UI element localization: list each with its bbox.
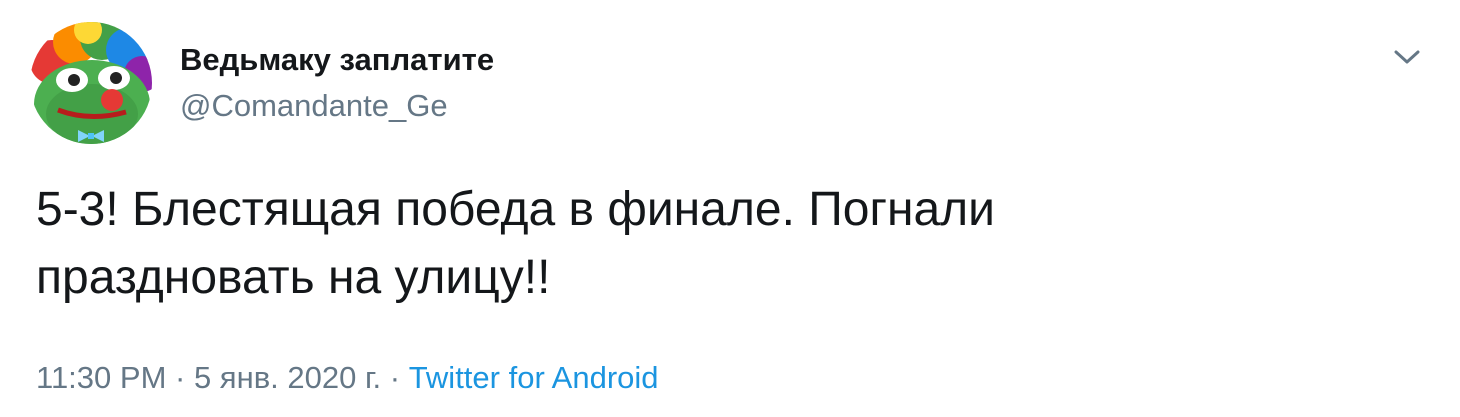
display-name[interactable]: Ведьмаку заплатите (180, 40, 494, 80)
tweet-card: Ведьмаку заплатите @Comandante_Ge 5-3! Б… (0, 0, 1460, 417)
tweet-text: 5-3! Блестящая победа в финале. Погнали … (36, 176, 1426, 312)
meta-separator: · (166, 360, 194, 395)
tweet-menu-button[interactable] (1390, 40, 1424, 74)
user-handle[interactable]: @Comandante_Ge (180, 86, 494, 126)
tweet-date[interactable]: 5 янв. 2020 г. (194, 360, 381, 395)
chevron-down-icon (1394, 50, 1420, 64)
avatar[interactable] (30, 22, 152, 144)
tweet-source-link[interactable]: Twitter for Android (409, 360, 659, 395)
tweet-time[interactable]: 11:30 PM (36, 360, 166, 395)
tweet-meta: 11:30 PM · 5 янв. 2020 г. · Twitter for … (36, 358, 659, 398)
tweet-text-line: праздновать на улицу!! (36, 251, 551, 304)
meta-separator: · (381, 360, 409, 395)
tweet-text-line: 5-3! Блестящая победа в финале. Погнали (36, 183, 995, 236)
author-block: Ведьмаку заплатите @Comandante_Ge (180, 40, 494, 126)
clown-frog-icon (30, 22, 152, 144)
